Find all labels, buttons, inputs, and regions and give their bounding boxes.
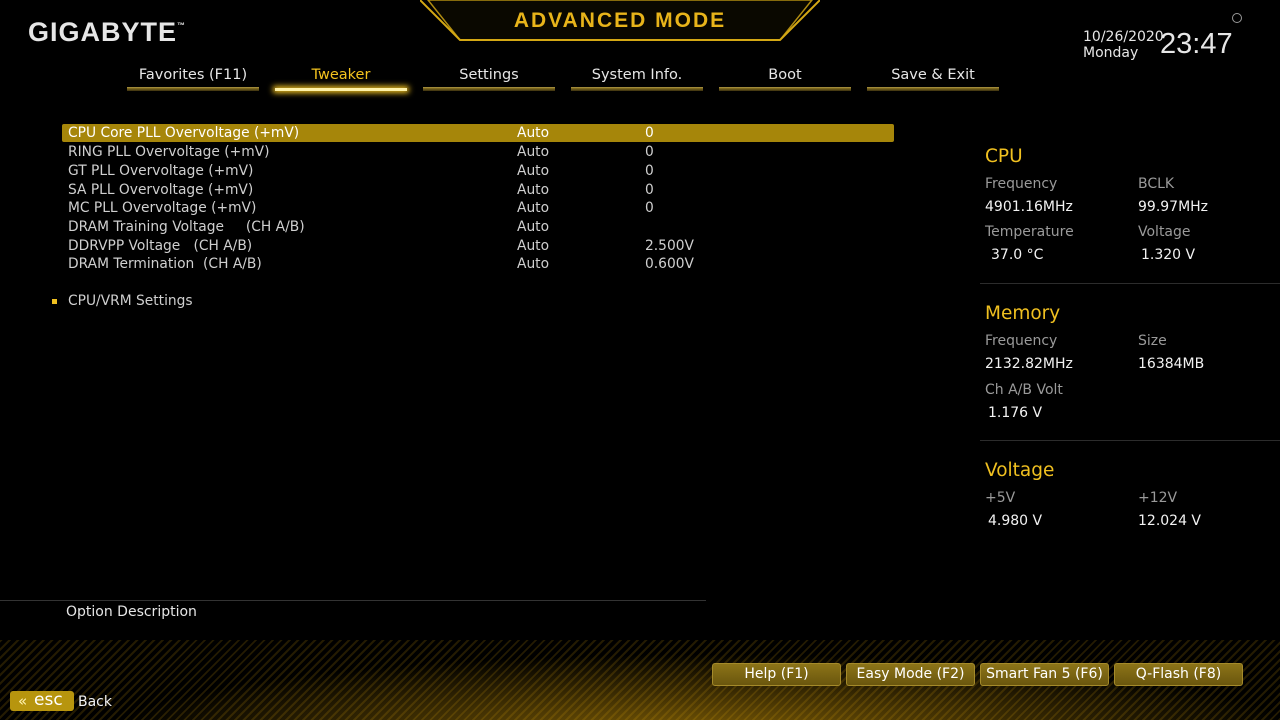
setting-row-gt-pll[interactable]: GT PLL Overvoltage (+mV) Auto 0 (62, 162, 894, 180)
memory-section-title: Memory (985, 303, 1061, 324)
tab-tweaker[interactable]: Tweaker (275, 66, 407, 91)
setting-mode: Auto (517, 163, 550, 179)
date-display: 10/26/2020 Monday (1083, 29, 1164, 61)
setting-row-ring-pll[interactable]: RING PLL Overvoltage (+mV) Auto 0 (62, 143, 894, 161)
memory-frequency-label: Frequency (985, 333, 1058, 349)
option-description-title: Option Description (66, 604, 197, 620)
esc-label: esc (34, 690, 63, 710)
memory-size-value: 16384MB (1138, 356, 1205, 372)
cpu-temperature-value: 37.0 °C (991, 247, 1044, 263)
double-chevron-left-icon: « (18, 692, 28, 710)
memory-size-label: Size (1138, 333, 1167, 349)
setting-value: 2.500V (645, 238, 694, 254)
setting-value: 0 (645, 125, 654, 141)
mode-banner: ADVANCED MODE (420, 0, 820, 42)
clock-display: 23:47 (1160, 28, 1233, 60)
setting-label: GT PLL Overvoltage (+mV) (68, 163, 254, 179)
setting-row-cpu-core-pll[interactable]: CPU Core PLL Overvoltage (+mV) Auto 0 (62, 124, 894, 142)
submenu-bullet-icon (52, 299, 57, 304)
easy-mode-button[interactable]: Easy Mode (F2) (846, 663, 975, 686)
memory-chab-volt-label: Ch A/B Volt (985, 382, 1063, 398)
setting-value: 0.600V (645, 256, 694, 272)
mode-title: ADVANCED MODE (513, 9, 727, 32)
smart-fan-button[interactable]: Smart Fan 5 (F6) (980, 663, 1109, 686)
setting-label: MC PLL Overvoltage (+mV) (68, 200, 257, 216)
setting-mode: Auto (517, 238, 550, 254)
setting-label: DRAM Termination (CH A/B) (68, 256, 262, 272)
cpu-bclk-value: 99.97MHz (1138, 199, 1209, 215)
setting-label: CPU Core PLL Overvoltage (+mV) (68, 125, 300, 141)
tab-favorites[interactable]: Favorites (F11) (127, 66, 259, 91)
setting-row-mc-pll[interactable]: MC PLL Overvoltage (+mV) Auto 0 (62, 199, 894, 217)
tab-system-info[interactable]: System Info. (571, 66, 703, 91)
voltage-section-title: Voltage (985, 460, 1055, 481)
description-divider (0, 600, 706, 601)
cpu-voltage-value: 1.320 V (1141, 247, 1196, 263)
esc-button[interactable]: « esc (10, 690, 74, 711)
panel-divider (980, 440, 1280, 441)
tab-boot[interactable]: Boot (719, 66, 851, 91)
setting-label: RING PLL Overvoltage (+mV) (68, 144, 270, 160)
gigabyte-logo: GIGABYTE™ (28, 17, 186, 48)
brand-text: GIGABYTE (28, 17, 178, 47)
setting-mode: Auto (517, 144, 550, 160)
voltage-5v-value: 4.980 V (988, 513, 1043, 529)
submenu-cpu-vrm-settings[interactable]: CPU/VRM Settings (68, 293, 193, 309)
setting-value: 0 (645, 200, 654, 216)
setting-mode: Auto (517, 256, 550, 272)
memory-chab-volt-value: 1.176 V (988, 405, 1043, 421)
cpu-voltage-label: Voltage (1138, 224, 1191, 240)
back-label: Back (78, 694, 112, 710)
setting-mode: Auto (517, 182, 550, 198)
voltage-12v-value: 12.024 V (1138, 513, 1202, 529)
setting-value: 0 (645, 163, 654, 179)
trademark-mark: ™ (177, 21, 187, 30)
registered-icon (1232, 13, 1242, 23)
setting-row-dram-training-voltage[interactable]: DRAM Training Voltage (CH A/B) Auto (62, 218, 894, 236)
q-flash-button[interactable]: Q-Flash (F8) (1114, 663, 1243, 686)
help-button[interactable]: Help (F1) (712, 663, 841, 686)
setting-mode: Auto (517, 200, 550, 216)
cpu-section-title: CPU (985, 146, 1023, 167)
memory-frequency-value: 2132.82MHz (985, 356, 1073, 372)
tab-settings[interactable]: Settings (423, 66, 555, 91)
tab-save-exit[interactable]: Save & Exit (867, 66, 999, 91)
cpu-frequency-label: Frequency (985, 176, 1058, 192)
setting-mode: Auto (517, 219, 550, 235)
setting-row-ddrvpp-voltage[interactable]: DDRVPP Voltage (CH A/B) Auto 2.500V (62, 237, 894, 255)
setting-row-dram-termination[interactable]: DRAM Termination (CH A/B) Auto 0.600V (62, 255, 894, 273)
cpu-frequency-value: 4901.16MHz (985, 199, 1073, 215)
cpu-bclk-label: BCLK (1138, 176, 1175, 192)
setting-label: SA PLL Overvoltage (+mV) (68, 182, 254, 198)
weekday-text: Monday (1083, 45, 1139, 61)
voltage-12v-label: +12V (1138, 490, 1178, 506)
setting-label: DRAM Training Voltage (CH A/B) (68, 219, 305, 235)
setting-mode: Auto (517, 125, 550, 141)
voltage-5v-label: +5V (985, 490, 1016, 506)
setting-row-sa-pll[interactable]: SA PLL Overvoltage (+mV) Auto 0 (62, 181, 894, 199)
cpu-temperature-label: Temperature (985, 224, 1074, 240)
date-text: 10/26/2020 (1083, 29, 1164, 45)
setting-label: DDRVPP Voltage (CH A/B) (68, 238, 253, 254)
setting-value: 0 (645, 144, 654, 160)
setting-value: 0 (645, 182, 654, 198)
panel-divider (980, 283, 1280, 284)
